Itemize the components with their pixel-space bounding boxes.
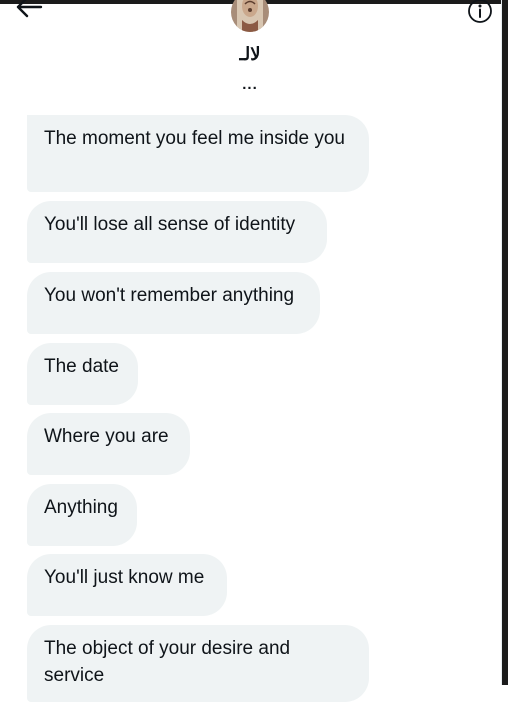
message-bubble[interactable]: You'll just know me xyxy=(27,554,227,616)
avatar-image xyxy=(231,0,269,32)
contact-handle: ... xyxy=(242,76,258,93)
message-bubble[interactable]: The date xyxy=(27,343,138,405)
arrow-left-icon xyxy=(16,0,43,18)
info-button[interactable] xyxy=(467,0,493,24)
message-bubble[interactable]: Anything xyxy=(27,484,137,546)
back-button[interactable] xyxy=(14,0,44,20)
message-bubble[interactable]: You won't remember anything xyxy=(27,272,320,334)
info-icon xyxy=(468,0,492,23)
contact-name: لالـ xyxy=(239,44,261,64)
message-bubble[interactable]: The moment you feel me inside you xyxy=(27,115,369,192)
avatar[interactable] xyxy=(231,0,269,32)
message-bubble[interactable]: You'll lose all sense of identity xyxy=(27,201,327,263)
window-right-edge xyxy=(502,0,508,685)
message-bubble[interactable]: Where you are xyxy=(27,413,190,475)
message-bubble[interactable]: The object of your desire and service xyxy=(27,625,369,702)
